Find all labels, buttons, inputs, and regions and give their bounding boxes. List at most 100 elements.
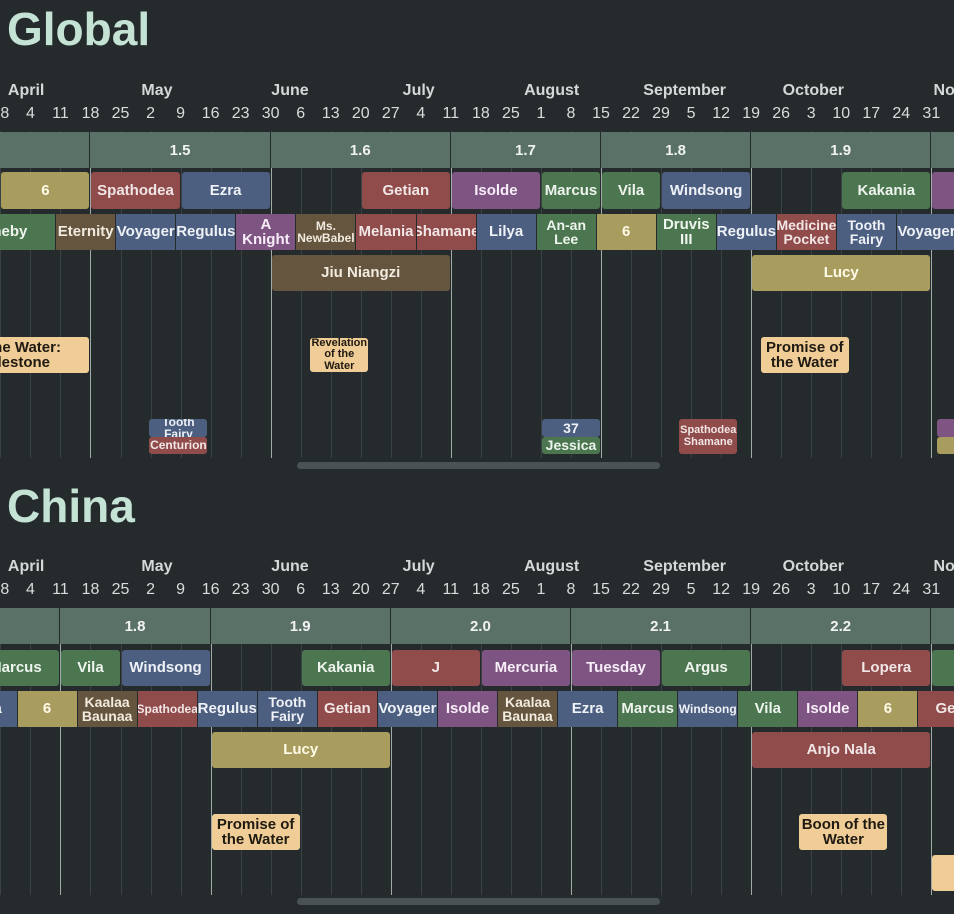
day-label: 16 bbox=[201, 105, 220, 122]
banner-block[interactable]: Vila bbox=[602, 172, 661, 209]
banner-block[interactable]: Lopera bbox=[842, 650, 931, 686]
banner-block[interactable]: Mercuria bbox=[481, 650, 570, 686]
rerun-cell[interactable]: Melania bbox=[356, 214, 417, 250]
event-chip[interactable]: Tooth Fairy bbox=[149, 419, 208, 437]
rerun-cell[interactable]: Druvis III bbox=[656, 214, 717, 250]
event-chip[interactable]: 37 bbox=[541, 419, 600, 437]
banner-block[interactable]: Spathodea bbox=[91, 172, 180, 209]
rerun-cell[interactable]: 6 bbox=[858, 691, 919, 727]
banner-block[interactable] bbox=[932, 650, 954, 686]
rerun-cell[interactable]: Tooth Fairy bbox=[836, 214, 897, 250]
rerun-cell[interactable]: An-an Lee bbox=[536, 214, 597, 250]
rerun-cell[interactable]: Spathodea bbox=[137, 691, 198, 727]
version-bar-segment[interactable] bbox=[931, 132, 954, 168]
event-chip[interactable]: Promise of the Water bbox=[211, 814, 300, 850]
version-bar-segment[interactable]: 1.7 bbox=[450, 132, 601, 168]
rerun-cell[interactable]: Isolde bbox=[798, 691, 859, 727]
day-label: 4 bbox=[25, 581, 35, 598]
global-horizontal-scrollbar[interactable] bbox=[297, 462, 660, 469]
day-label: 17 bbox=[862, 581, 881, 598]
version-bar-segment[interactable]: 1.9 bbox=[751, 132, 932, 168]
global-timeline[interactable]: April May June July August September October No… bbox=[0, 78, 954, 463]
banner-block[interactable]: Anjo Nala bbox=[752, 732, 931, 768]
banner-block[interactable]: Marcus bbox=[541, 172, 600, 209]
banner-block[interactable]: 6 bbox=[1, 172, 90, 209]
banner-block[interactable]: Lucy bbox=[752, 255, 931, 291]
rerun-cell[interactable]: Isolde bbox=[437, 691, 499, 727]
banner-block[interactable]: Argus bbox=[662, 650, 751, 686]
rerun-cell[interactable]: Kaalaa Baunaa bbox=[498, 691, 559, 727]
rerun-cell[interactable]: Shamane bbox=[416, 214, 477, 250]
version-bar-segment[interactable]: 2.1 bbox=[570, 608, 752, 644]
rerun-cell[interactable]: Voyager bbox=[116, 214, 177, 250]
month-label: October bbox=[782, 82, 845, 99]
rerun-cell[interactable]: Ms. NewBabel bbox=[296, 214, 357, 250]
china-horizontal-scrollbar[interactable] bbox=[297, 898, 660, 905]
version-bar-segment[interactable] bbox=[0, 608, 61, 644]
rerun-cell[interactable]: Medicine Pocket bbox=[776, 214, 837, 250]
month-label: No bbox=[933, 82, 954, 99]
rerun-cell[interactable]: Voyager bbox=[377, 691, 438, 727]
version-bar-segment[interactable]: 1.9 bbox=[210, 608, 391, 644]
version-bar-segment[interactable] bbox=[0, 132, 91, 168]
banner-block[interactable]: Vila bbox=[61, 650, 120, 686]
event-chip[interactable]: Promise of the Water bbox=[760, 337, 849, 373]
rerun-cell[interactable]: 6 bbox=[596, 214, 657, 250]
version-bar-segment[interactable]: 2.2 bbox=[751, 608, 932, 644]
banner-block[interactable]: Windsong bbox=[662, 172, 751, 209]
event-chip[interactable]: Boon of the Water bbox=[799, 814, 888, 850]
banner-block[interactable]: Tuesday bbox=[571, 650, 661, 686]
rerun-cell[interactable]: Sotheby bbox=[0, 214, 57, 250]
version-bar-segment[interactable]: 2.0 bbox=[390, 608, 571, 644]
event-chip[interactable]: Jessica bbox=[541, 437, 600, 454]
version-bar-segment[interactable] bbox=[931, 608, 954, 644]
section-title: China bbox=[7, 480, 135, 532]
banner-block[interactable]: Getian bbox=[361, 172, 450, 209]
banner-block[interactable]: Lucy bbox=[211, 732, 390, 768]
banner-block[interactable] bbox=[932, 172, 954, 209]
banner-block[interactable]: Isolde bbox=[451, 172, 540, 209]
rerun-cell[interactable]: 6 bbox=[17, 691, 78, 727]
banner-block[interactable]: Windsong bbox=[121, 650, 210, 686]
rerun-cell[interactable]: Regulus bbox=[716, 214, 777, 250]
rerun-cell[interactable]: Ezra bbox=[558, 691, 619, 727]
event-chip[interactable]: Centurion bbox=[149, 437, 208, 454]
rerun-cell[interactable]: Get bbox=[918, 691, 954, 727]
rerun-cell[interactable]: Regulus bbox=[176, 214, 237, 250]
rerun-cell[interactable]: ca bbox=[0, 691, 18, 727]
event-chip[interactable] bbox=[936, 437, 954, 454]
china-timeline[interactable]: April May June July August September October No… bbox=[0, 555, 954, 895]
event-chip[interactable]: of the Water: Milestone bbox=[0, 337, 90, 373]
rerun-cell[interactable]: Vila bbox=[738, 691, 799, 727]
month-label: June bbox=[271, 558, 309, 575]
banner-block[interactable]: Kakania bbox=[301, 650, 390, 686]
banner-block[interactable]: Ezra bbox=[181, 172, 270, 209]
rerun-cell[interactable]: Eternity bbox=[56, 214, 117, 250]
rerun-cell[interactable]: Windsong bbox=[678, 691, 739, 727]
banner-block[interactable]: J bbox=[391, 650, 480, 686]
event-chip[interactable]: F bbox=[936, 419, 954, 437]
rerun-cell[interactable]: Getian bbox=[317, 691, 378, 727]
rerun-cell[interactable]: Kaalaa Baunaa bbox=[77, 691, 138, 727]
rerun-cell[interactable]: Tooth Fairy bbox=[257, 691, 318, 727]
banner-block[interactable]: Jiu Niangzi bbox=[271, 255, 450, 291]
rerun-cell[interactable]: Marcus bbox=[618, 691, 679, 727]
week-gridline bbox=[300, 131, 302, 458]
banner-block[interactable]: Kakania bbox=[842, 172, 931, 209]
rerun-cell[interactable]: A Knight bbox=[236, 214, 297, 250]
day-label: 6 bbox=[296, 105, 306, 122]
day-label: 23 bbox=[231, 105, 250, 122]
version-bar-segment[interactable]: 1.8 bbox=[60, 608, 211, 644]
version-bar-segment[interactable]: 1.8 bbox=[601, 132, 752, 168]
day-label: 8 bbox=[566, 581, 576, 598]
rerun-cell[interactable]: Lilya bbox=[476, 214, 537, 250]
version-bar-segment[interactable]: 1.5 bbox=[90, 132, 271, 168]
event-chip[interactable]: Spathodea Shamane bbox=[679, 419, 738, 454]
rerun-cell[interactable]: Regulus bbox=[197, 691, 258, 727]
event-chip[interactable]: R bbox=[932, 855, 954, 891]
rerun-cell[interactable]: Voyager bbox=[897, 214, 954, 250]
event-chip[interactable]: Revelation of the Water bbox=[310, 338, 369, 372]
day-label: 6 bbox=[296, 581, 306, 598]
banner-block[interactable]: Marcus bbox=[0, 650, 60, 686]
version-bar-segment[interactable]: 1.6 bbox=[270, 132, 451, 168]
